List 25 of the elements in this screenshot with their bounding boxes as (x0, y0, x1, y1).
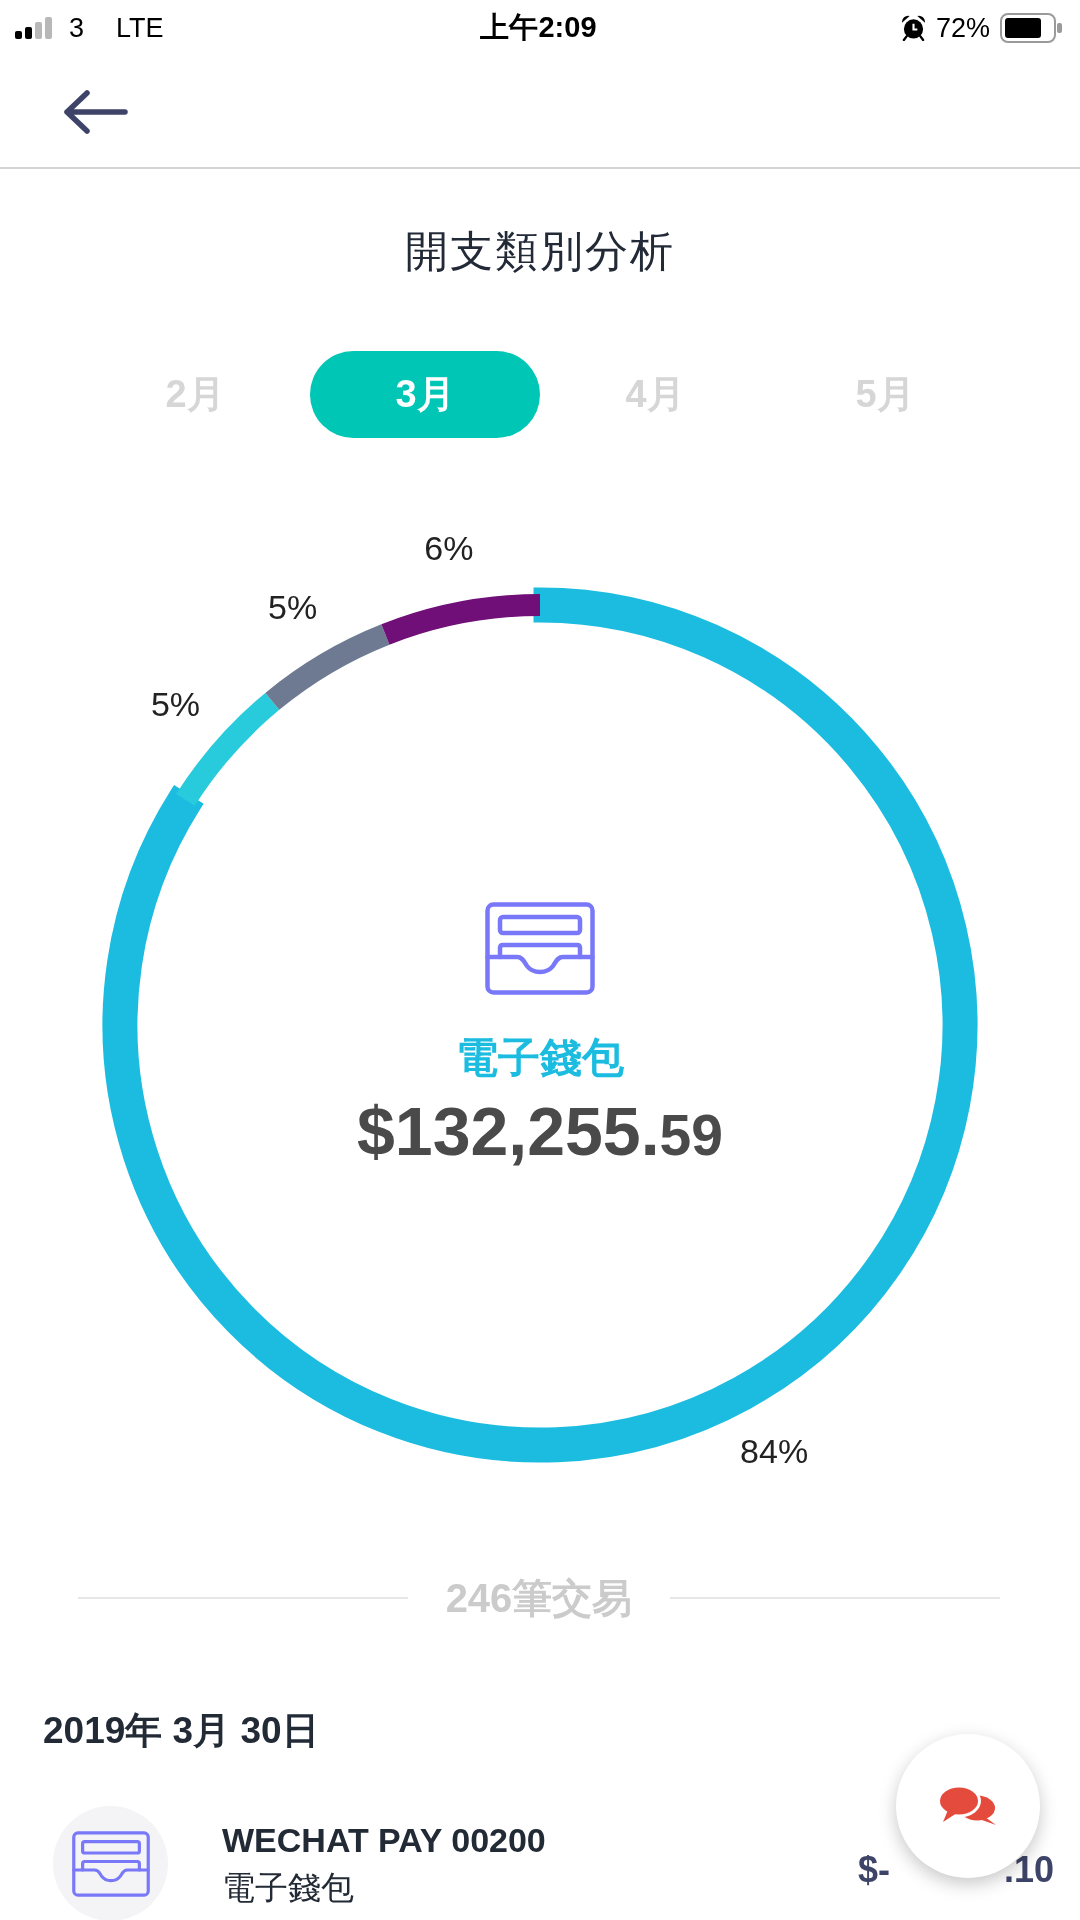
battery-icon (1000, 13, 1062, 43)
card-tray-icon (485, 902, 595, 995)
chat-bubbles-icon (939, 1786, 997, 1826)
battery-percent: 72% (935, 12, 990, 44)
back-arrow-icon (64, 89, 128, 134)
amount-text: .10 (1003, 1849, 1054, 1891)
carrier-name: 3 (69, 12, 85, 44)
percent-label: 6% (424, 528, 474, 567)
month-tab[interactable]: 3月 (310, 351, 540, 438)
total-amount: $132,255.59 (357, 1092, 723, 1171)
donut-segment[interactable] (265, 624, 390, 710)
signal-strength-icon (15, 17, 55, 39)
category-name: 電子錢包 (456, 1033, 624, 1083)
page-title: 開支類別分析 (405, 226, 675, 277)
percent-label: 84% (740, 1431, 809, 1470)
donut-segment[interactable] (381, 594, 540, 645)
percent-label: 5% (150, 684, 200, 723)
percent-label: 5% (268, 587, 318, 626)
clock-time: 上午2:09 (480, 10, 597, 45)
transaction-category: 電子錢包 (222, 1867, 354, 1908)
alarm-clock-icon (900, 15, 926, 41)
transaction-name: WECHAT PAY 00200 (222, 1819, 546, 1860)
network-type: LTE (116, 12, 164, 44)
amount-text: $- (857, 1849, 890, 1891)
date-heading: 2019年 3月 30日 (43, 1709, 319, 1753)
